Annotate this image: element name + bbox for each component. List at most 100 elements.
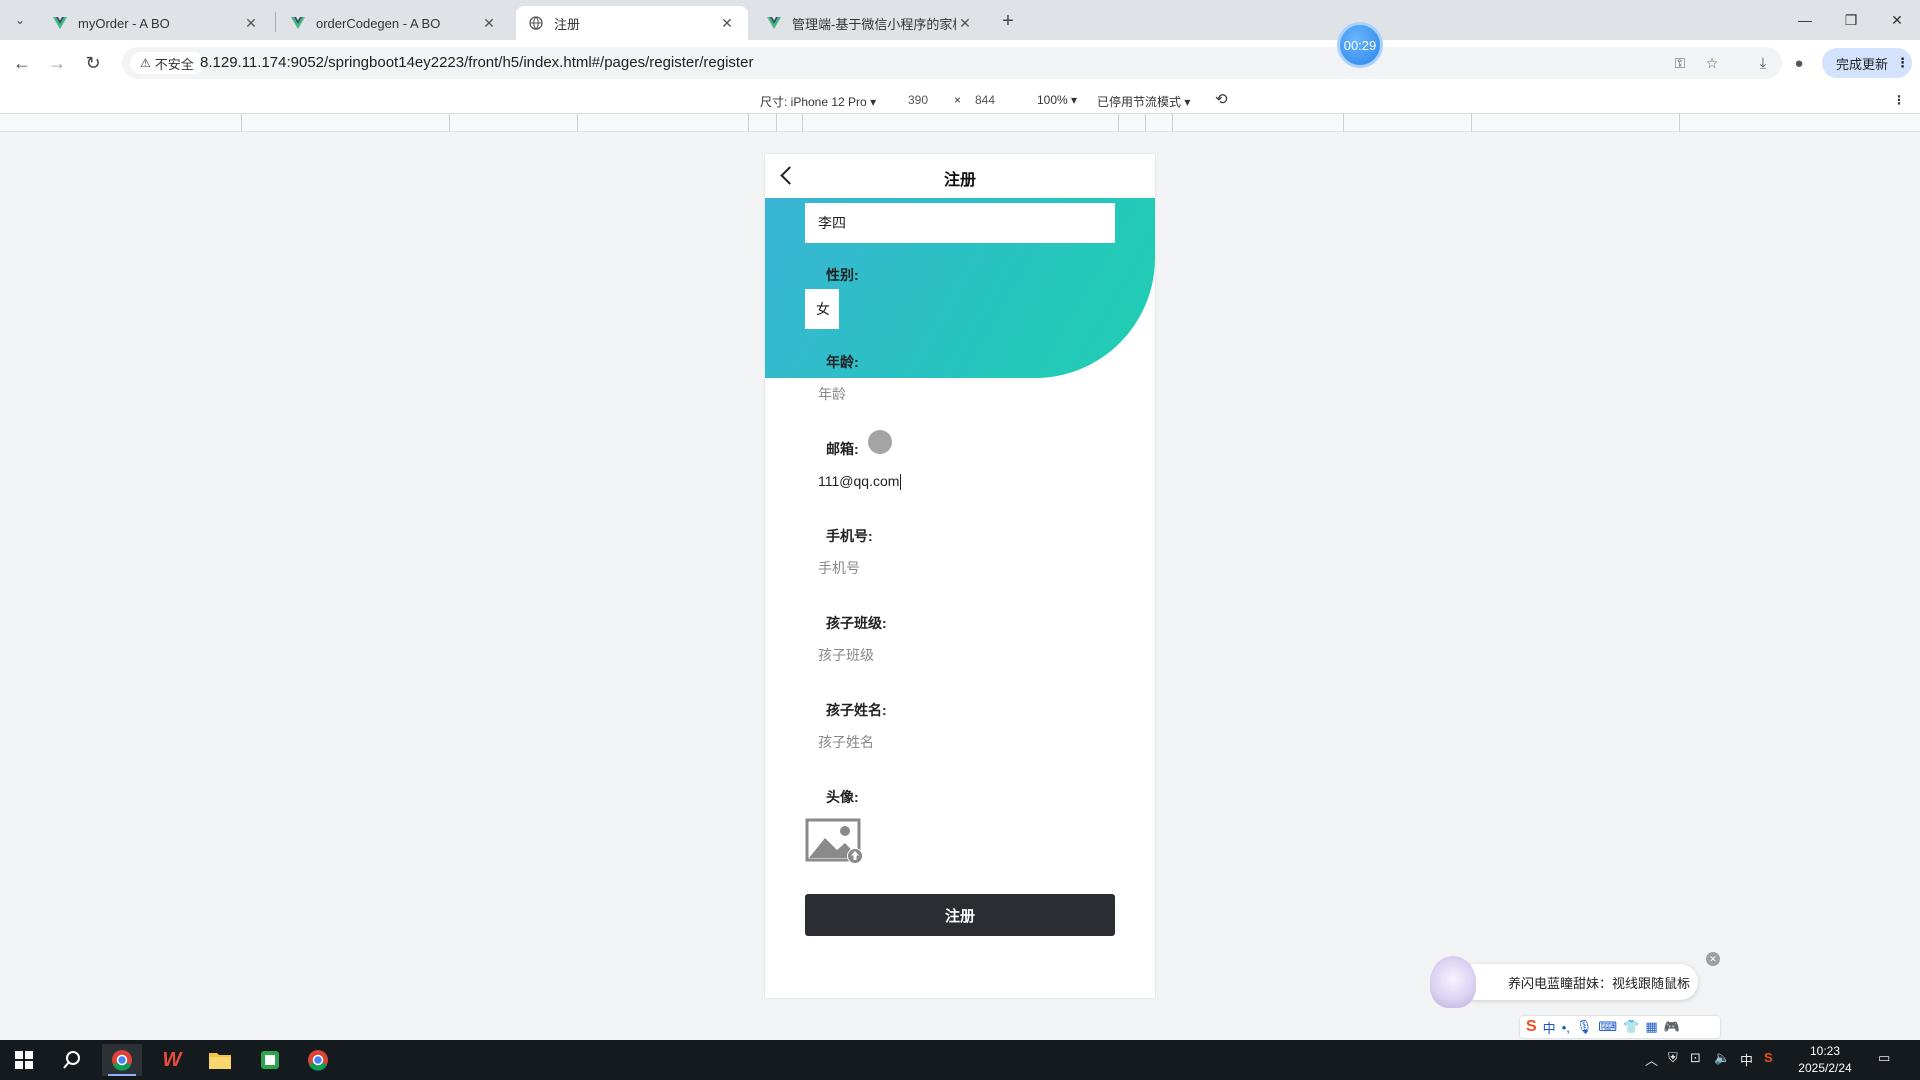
- device-select[interactable]: 尺寸: iPhone 12 Pro ▾: [760, 93, 876, 110]
- tab-title: orderCodegen - A BO: [316, 15, 441, 31]
- volume-icon[interactable]: 🔈: [1714, 1050, 1730, 1066]
- close-icon[interactable]: ✕: [956, 14, 974, 32]
- reload-icon[interactable]: ↻: [80, 50, 106, 76]
- helper-text: 养闪电蓝瞳甜妹：视线跟随鼠标: [1508, 975, 1691, 991]
- window-close-icon[interactable]: ✕: [1874, 0, 1920, 40]
- email-input[interactable]: 111@qq.com: [818, 473, 902, 491]
- child-class-input[interactable]: 孩子班级: [818, 645, 874, 665]
- globe-icon: [528, 15, 544, 31]
- skin-icon[interactable]: 👕: [1623, 1019, 1639, 1035]
- tab-admin[interactable]: 管理端-基于微信小程序的家校 ✕: [754, 6, 986, 40]
- text-caret: [900, 474, 902, 491]
- forward-icon[interactable]: →: [44, 50, 70, 76]
- child-name-input[interactable]: 孩子姓名: [818, 732, 874, 752]
- zoom-select[interactable]: 100% ▾: [1037, 93, 1077, 107]
- wps-icon[interactable]: W: [152, 1044, 192, 1076]
- clock-time: 10:23: [1809, 1044, 1841, 1058]
- security-label: 不安全: [154, 56, 194, 72]
- input-language[interactable]: 中: [1740, 1050, 1753, 1069]
- browser-tabstrip: ⌄ myOrder - A BO ✕ orderCodegen - A BO ✕…: [0, 0, 1920, 40]
- punctuation-icon[interactable]: •,: [1562, 1020, 1570, 1035]
- mobile-page: 注册 李四 性别: 女 年龄: 年龄 邮箱: 111@qq.com 手机号: 手…: [765, 154, 1155, 998]
- close-icon[interactable]: ✕: [242, 14, 260, 32]
- game-icon[interactable]: 🎮: [1664, 1019, 1680, 1035]
- chrome-taskbar-icon[interactable]: [102, 1044, 142, 1076]
- gender-select[interactable]: 女: [805, 289, 839, 329]
- helper-close-icon[interactable]: ✕: [1706, 952, 1720, 966]
- close-icon[interactable]: ✕: [718, 14, 736, 32]
- update-button-label: 完成更新: [1836, 56, 1889, 72]
- register-submit-button[interactable]: 注册: [805, 894, 1115, 936]
- vue-icon: [52, 15, 68, 31]
- close-icon[interactable]: ✕: [480, 14, 498, 32]
- tray-expand-icon[interactable]: ︿: [1645, 1050, 1658, 1069]
- security-chip[interactable]: ⚠ 不安全: [130, 52, 204, 74]
- new-tab-button[interactable]: +: [995, 8, 1021, 34]
- device-toolbar: 尺寸: iPhone 12 Pro ▾ 390 × 844 100% ▾ 已停用…: [0, 86, 1920, 114]
- avatar-upload-icon[interactable]: [805, 818, 865, 864]
- media-query-ruler[interactable]: [0, 114, 1920, 132]
- ime-toolbar[interactable]: S 中 •, 🎙 ⌨ 👕 ▦ 🎮: [1520, 1016, 1720, 1038]
- more-vertical-icon: ⋮: [1896, 55, 1910, 70]
- helper-bubble[interactable]: 养闪电蓝瞳甜妹：视线跟随鼠标 ›: [1458, 964, 1698, 1000]
- name-input[interactable]: 李四: [805, 203, 1115, 243]
- windows-taskbar: W ︿ ⛨ ⊡ 🔈 中 S 10:23 2025/2/24 ▭: [0, 1040, 1920, 1080]
- age-label: 年龄:: [826, 354, 859, 370]
- rotate-icon[interactable]: ⟲: [1215, 90, 1228, 108]
- child-class-label: 孩子班级:: [826, 615, 887, 631]
- age-input[interactable]: 年龄: [818, 384, 846, 404]
- profile-icon[interactable]: ●: [1788, 52, 1810, 74]
- throttle-select[interactable]: 已停用节流模式 ▾: [1097, 93, 1190, 110]
- toolbox-icon[interactable]: ▦: [1645, 1019, 1657, 1035]
- sogou-logo-icon: S: [1526, 1018, 1537, 1035]
- email-value: 111@qq.com: [818, 473, 900, 489]
- warning-icon: ⚠: [140, 56, 151, 70]
- keyboard-icon[interactable]: ⌨: [1598, 1019, 1617, 1035]
- tab-search-icon[interactable]: ⌄: [8, 8, 32, 32]
- url-text[interactable]: 8.129.11.174:9052/springboot14ey2223/fro…: [200, 54, 753, 71]
- network-icon[interactable]: ⊡: [1690, 1050, 1701, 1066]
- app-green-icon[interactable]: [250, 1044, 290, 1076]
- child-name-label: 孩子姓名:: [826, 702, 887, 718]
- notification-icon[interactable]: ▭: [1878, 1050, 1890, 1066]
- password-key-icon[interactable]: ⚿: [1670, 53, 1690, 73]
- device-width-input[interactable]: 390: [908, 93, 928, 107]
- page-navbar: 注册: [765, 154, 1155, 198]
- recording-timer[interactable]: 00:29: [1337, 22, 1383, 68]
- device-height-input[interactable]: 844: [975, 93, 995, 107]
- phone-label: 手机号:: [826, 528, 873, 544]
- security-shield-icon[interactable]: ⛨: [1668, 1050, 1678, 1066]
- tab-register[interactable]: 注册 ✕: [516, 6, 748, 40]
- bookmark-star-icon[interactable]: ☆: [1702, 53, 1722, 73]
- chevron-right-icon[interactable]: ›: [1681, 973, 1686, 989]
- dimension-separator: ×: [954, 93, 962, 107]
- browser-toolbar: ← → ↻ ⚠ 不安全 8.129.11.174:9052/springboot…: [0, 40, 1920, 86]
- windows-start-icon[interactable]: [4, 1044, 44, 1076]
- tab-myorder[interactable]: myOrder - A BO ✕: [40, 6, 272, 40]
- back-icon[interactable]: ←: [9, 50, 35, 76]
- download-icon[interactable]: ⤓: [1752, 52, 1774, 74]
- mouse-cursor-indicator: [868, 430, 892, 454]
- vue-icon: [290, 15, 306, 31]
- tab-ordercodegen[interactable]: orderCodegen - A BO ✕: [278, 6, 510, 40]
- page-title: 注册: [943, 172, 976, 189]
- tab-title: myOrder - A BO: [78, 15, 170, 31]
- file-explorer-icon[interactable]: [200, 1044, 240, 1076]
- search-icon[interactable]: [52, 1044, 92, 1076]
- address-bar[interactable]: ⚠ 不安全 8.129.11.174:9052/springboot14ey22…: [122, 47, 1782, 79]
- minimize-icon[interactable]: —: [1782, 0, 1828, 40]
- microphone-icon[interactable]: 🎙: [1576, 1019, 1593, 1035]
- phone-input[interactable]: 手机号: [818, 558, 860, 578]
- gender-label: 性别:: [826, 267, 859, 283]
- system-clock[interactable]: 10:23 2025/2/24: [1788, 1043, 1862, 1077]
- desktop-pet-widget[interactable]: 养闪电蓝瞳甜妹：视线跟随鼠标 ›: [1430, 956, 1712, 1008]
- tab-title: 注册: [554, 16, 581, 32]
- sogou-tray-icon[interactable]: S: [1764, 1050, 1773, 1065]
- devtools-more-icon[interactable]: ⋮: [1893, 93, 1905, 107]
- chrome-secondary-icon[interactable]: [298, 1044, 338, 1076]
- tab-title: 管理端-基于微信小程序的家校: [792, 16, 956, 32]
- restore-icon[interactable]: ❐: [1828, 0, 1874, 40]
- ime-mode[interactable]: 中: [1543, 1018, 1556, 1037]
- mascot-avatar[interactable]: [1430, 956, 1476, 1008]
- update-button[interactable]: 完成更新 ⋮: [1822, 48, 1912, 78]
